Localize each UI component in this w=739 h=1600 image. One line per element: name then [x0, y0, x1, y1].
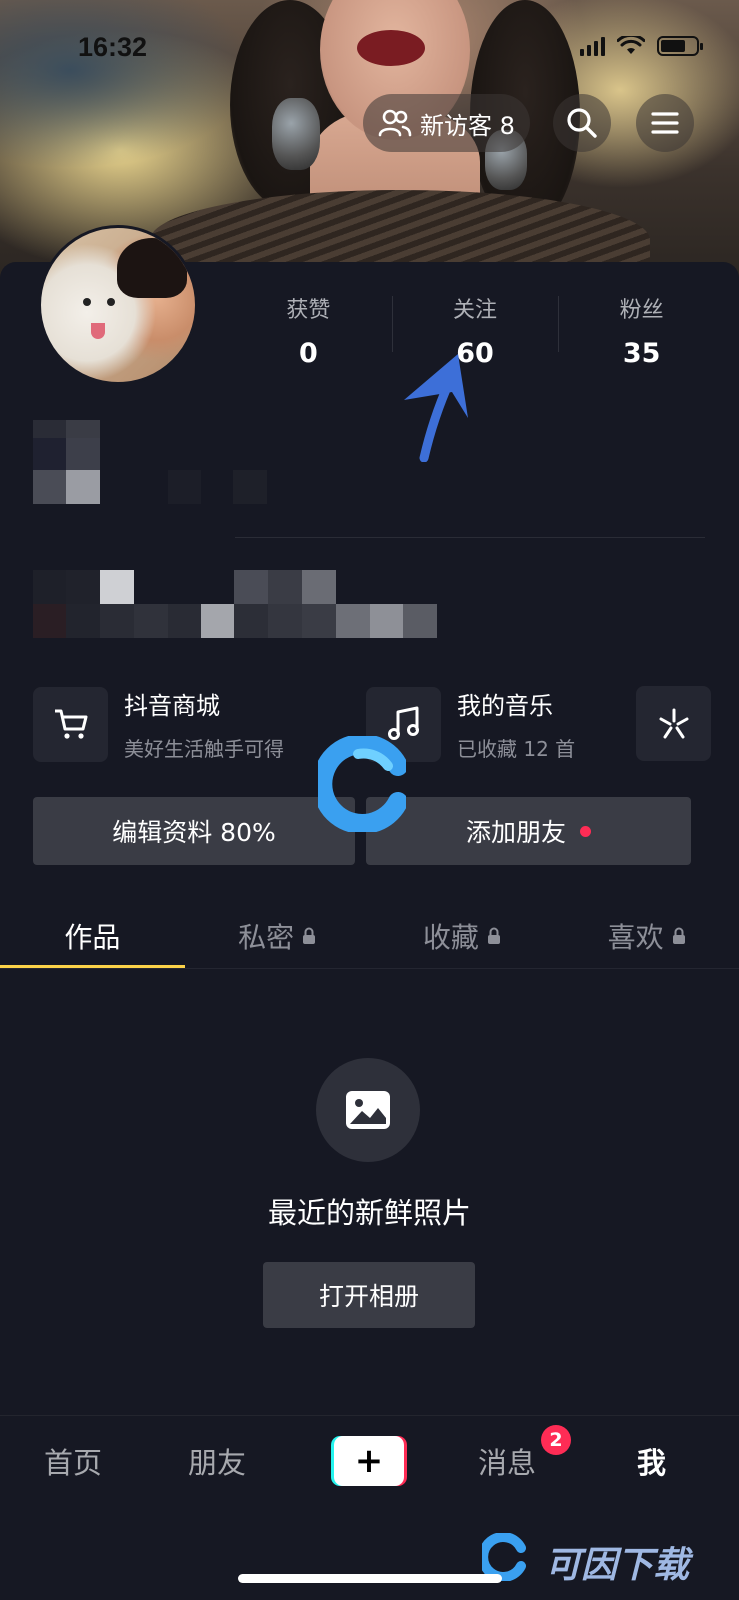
stat-value: 0	[298, 338, 318, 369]
home-indicator	[238, 1574, 502, 1583]
annotation-arrow-icon	[404, 354, 468, 462]
open-album-label: 打开相册	[318, 1282, 419, 1311]
stat-label: 获赞	[286, 298, 331, 323]
edit-profile-label: 编辑资料 80%	[112, 818, 276, 847]
tab-favorites[interactable]: 收藏	[370, 905, 555, 967]
search-icon	[567, 108, 597, 138]
bio-mosaic	[33, 570, 443, 640]
divider	[235, 537, 705, 538]
menu-icon	[651, 112, 679, 134]
stat-value: 35	[622, 338, 661, 369]
messages-badge: 2	[541, 1425, 571, 1455]
search-button[interactable]	[553, 94, 611, 152]
add-friends-label: 添加朋友	[465, 818, 566, 847]
sparkle-icon	[659, 708, 688, 738]
empty-state-title: 最近的新鲜照片	[267, 1196, 471, 1230]
edit-profile-button[interactable]: 编辑资料 80%	[33, 797, 355, 865]
shop-icon-box	[33, 686, 108, 762]
new-visitors-button[interactable]: 新访客 8	[363, 94, 530, 152]
nav-home[interactable]: 首页	[44, 1440, 102, 1482]
add-friends-button[interactable]: 添加朋友	[366, 797, 691, 865]
tab-label: 作品	[64, 921, 121, 954]
nav-friends[interactable]: 朋友	[188, 1440, 246, 1482]
music-title: 我的音乐	[457, 692, 553, 720]
watermark-logo-icon	[318, 736, 406, 832]
plus-icon: +	[334, 1436, 404, 1486]
stat-followers[interactable]: 粉丝 35	[558, 292, 725, 369]
create-button[interactable]: +	[331, 1436, 407, 1486]
tab-label: 收藏	[422, 921, 479, 954]
stat-label: 关注	[453, 298, 498, 323]
nav-messages[interactable]: 消息	[478, 1440, 536, 1482]
cart-icon	[54, 709, 87, 739]
username-mosaic	[33, 420, 273, 510]
tab-private[interactable]: 私密	[185, 905, 370, 967]
tab-works[interactable]: 作品	[0, 905, 185, 967]
shop-subtitle: 美好生活触手可得	[124, 737, 284, 761]
signal-icon	[580, 36, 605, 56]
nav-me[interactable]: 我	[637, 1440, 666, 1482]
photo-placeholder	[316, 1058, 420, 1162]
watermark-text: 可因下载	[545, 1545, 690, 1586]
tab-label: 喜欢	[607, 921, 664, 954]
avatar[interactable]	[38, 225, 198, 385]
notification-dot	[580, 825, 591, 837]
more-entry[interactable]	[636, 686, 711, 761]
tab-label: 私密	[238, 921, 295, 954]
content-tabs: 作品 私密 收藏 喜欢	[0, 905, 739, 967]
lock-icon	[672, 927, 685, 944]
music-subtitle: 已收藏 12 首	[457, 737, 576, 761]
tab-likes[interactable]: 喜欢	[554, 905, 739, 967]
status-icons	[580, 36, 703, 56]
new-visitors-label: 新访客 8	[420, 111, 515, 140]
shop-title: 抖音商城	[124, 692, 220, 720]
more-icon-box	[636, 686, 711, 761]
users-icon	[378, 109, 412, 137]
wifi-icon	[617, 36, 645, 54]
battery-icon	[657, 36, 703, 56]
image-icon	[346, 1091, 390, 1129]
open-album-button[interactable]: 打开相册	[263, 1262, 475, 1328]
menu-button[interactable]	[636, 94, 694, 152]
status-time: 16:32	[78, 32, 148, 62]
lock-icon	[303, 927, 316, 944]
lock-icon	[487, 927, 500, 944]
tab-divider	[0, 968, 739, 969]
stat-likes[interactable]: 获赞 0	[225, 292, 392, 369]
stat-label: 粉丝	[619, 298, 664, 323]
shop-entry[interactable]: 抖音商城 美好生活触手可得	[33, 686, 284, 762]
